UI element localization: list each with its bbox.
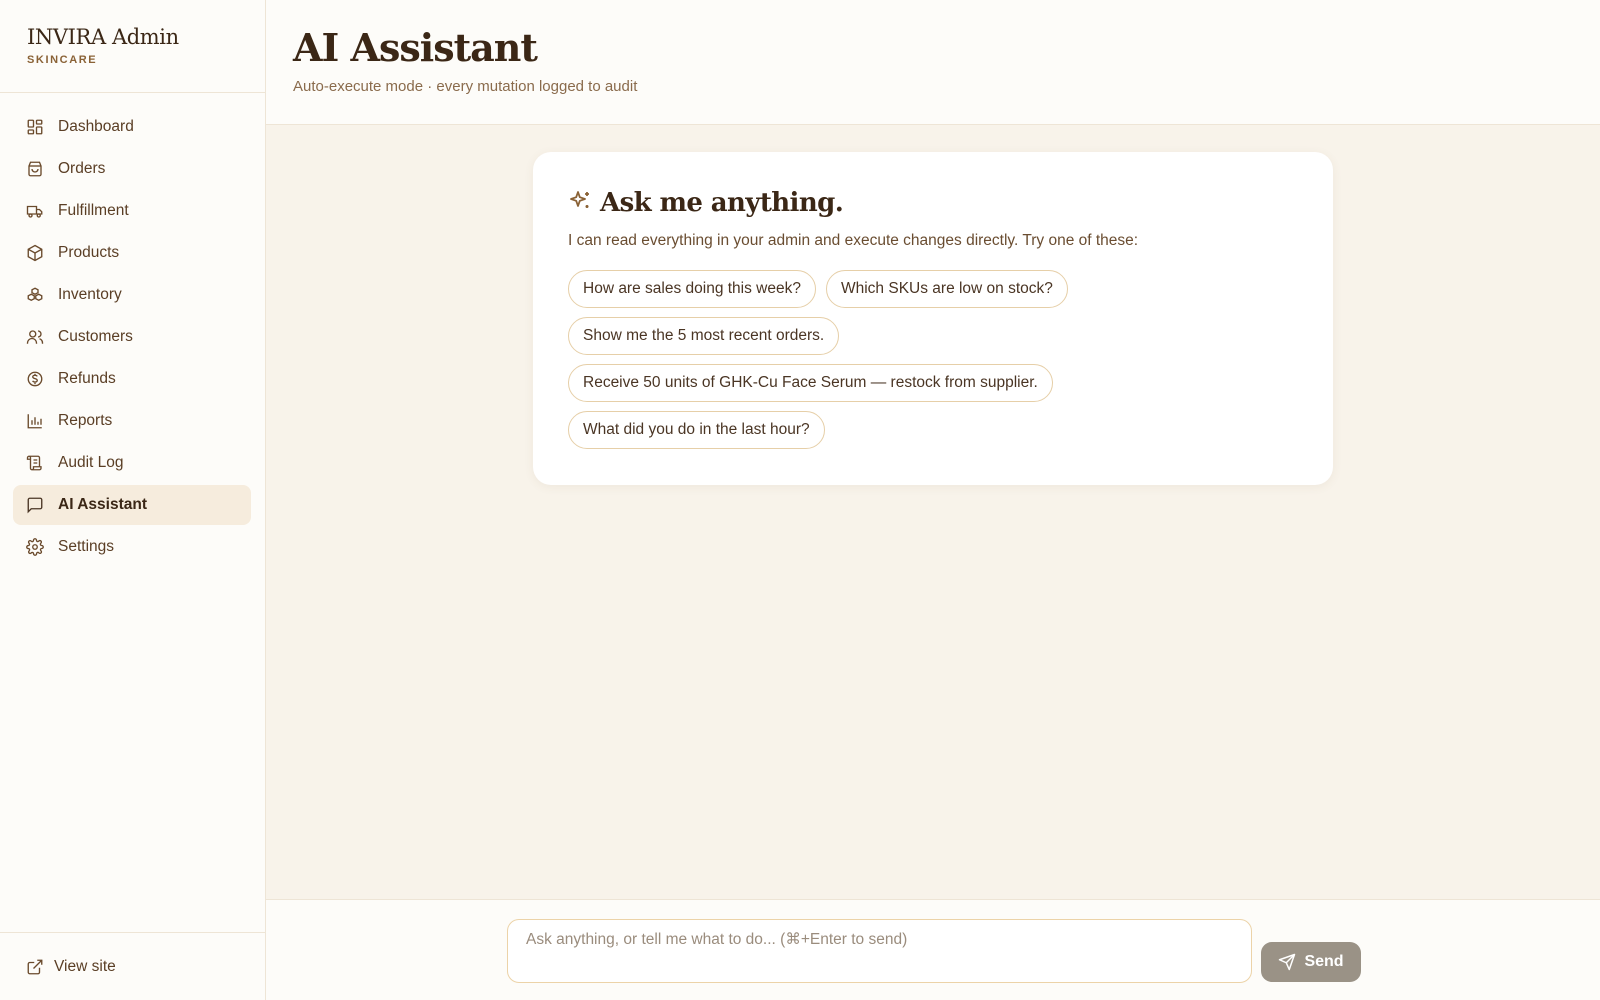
welcome-card: Ask me anything. I can read everything i… (533, 152, 1333, 485)
card-description: I can read everything in your admin and … (568, 232, 1139, 249)
sidebar-item-dashboard[interactable]: Dashboard (13, 107, 251, 147)
sidebar-item-products[interactable]: Products (13, 233, 251, 273)
truck-icon (26, 202, 44, 220)
sidebar-item-label: Refunds (58, 370, 116, 387)
sidebar-item-label: Dashboard (58, 118, 134, 135)
suggestion-chip[interactable]: Show me the 5 most recent orders. (568, 317, 840, 355)
send-icon (1278, 953, 1304, 971)
boxes-icon (26, 286, 44, 304)
card-header: Ask me anything. (568, 188, 1298, 218)
bar-chart-icon (26, 412, 44, 430)
message-input[interactable] (507, 919, 1252, 983)
scroll-icon (26, 454, 44, 472)
sidebar-item-label: Orders (58, 160, 106, 177)
card-title: Ask me anything. (600, 188, 844, 218)
users-icon (26, 328, 44, 346)
external-link-icon (26, 958, 44, 976)
box-icon (26, 244, 44, 262)
shopping-bag-icon (26, 160, 44, 178)
brand-subtitle: SKINCARE (27, 54, 98, 66)
suggestion-list: How are sales doing this week? Which SKU… (568, 270, 1308, 458)
view-site-label: View site (54, 957, 116, 975)
suggestion-chip[interactable]: How are sales doing this week? (568, 270, 816, 308)
sidebar-item-refunds[interactable]: Refunds (13, 359, 251, 399)
sidebar-item-label: Products (58, 244, 120, 261)
dashboard-icon (26, 118, 44, 136)
sidebar-item-orders[interactable]: Orders (13, 149, 251, 189)
sidebar: INVIRA Admin SKINCARE Dashboard Orders F… (0, 0, 266, 1000)
sidebar-item-reports[interactable]: Reports (13, 401, 251, 441)
composer: Send (266, 899, 1600, 1000)
sidebar-item-inventory[interactable]: Inventory (13, 275, 251, 315)
sidebar-item-customers[interactable]: Customers (13, 317, 251, 357)
page-subtitle: Auto-execute mode · every mutation logge… (293, 78, 638, 95)
sidebar-nav: Dashboard Orders Fulfillment Products In… (0, 93, 265, 567)
view-site-link[interactable]: View site (0, 932, 265, 1000)
send-label: Send (1304, 953, 1344, 970)
suggestion-chip[interactable]: Which SKUs are low on stock? (825, 270, 1068, 308)
sidebar-item-label: Reports (58, 412, 113, 429)
sparkles-icon (568, 189, 600, 218)
message-square-icon (26, 496, 44, 514)
sidebar-item-fulfillment[interactable]: Fulfillment (13, 191, 251, 231)
send-button[interactable]: Send (1261, 942, 1361, 982)
sidebar-item-label: Audit Log (58, 454, 124, 471)
dollar-circle-icon (26, 370, 44, 388)
sidebar-item-label: Inventory (58, 286, 122, 303)
sidebar-item-settings[interactable]: Settings (13, 527, 251, 567)
suggestion-chip[interactable]: Receive 50 units of GHK-Cu Face Serum — … (568, 364, 1053, 402)
sidebar-item-label: AI Assistant (58, 496, 148, 513)
gear-icon (26, 538, 44, 556)
brand-title: INVIRA Admin (27, 25, 179, 49)
sidebar-item-label: Customers (58, 328, 133, 345)
sidebar-item-audit-log[interactable]: Audit Log (13, 443, 251, 483)
sidebar-item-label: Settings (58, 538, 115, 555)
page-title: AI Assistant (293, 25, 538, 70)
suggestion-chip[interactable]: What did you do in the last hour? (568, 411, 825, 449)
sidebar-item-label: Fulfillment (58, 202, 129, 219)
page-header: AI Assistant Auto-execute mode · every m… (266, 0, 1600, 125)
brand: INVIRA Admin SKINCARE (0, 0, 265, 93)
sidebar-item-ai-assistant[interactable]: AI Assistant (13, 485, 251, 525)
